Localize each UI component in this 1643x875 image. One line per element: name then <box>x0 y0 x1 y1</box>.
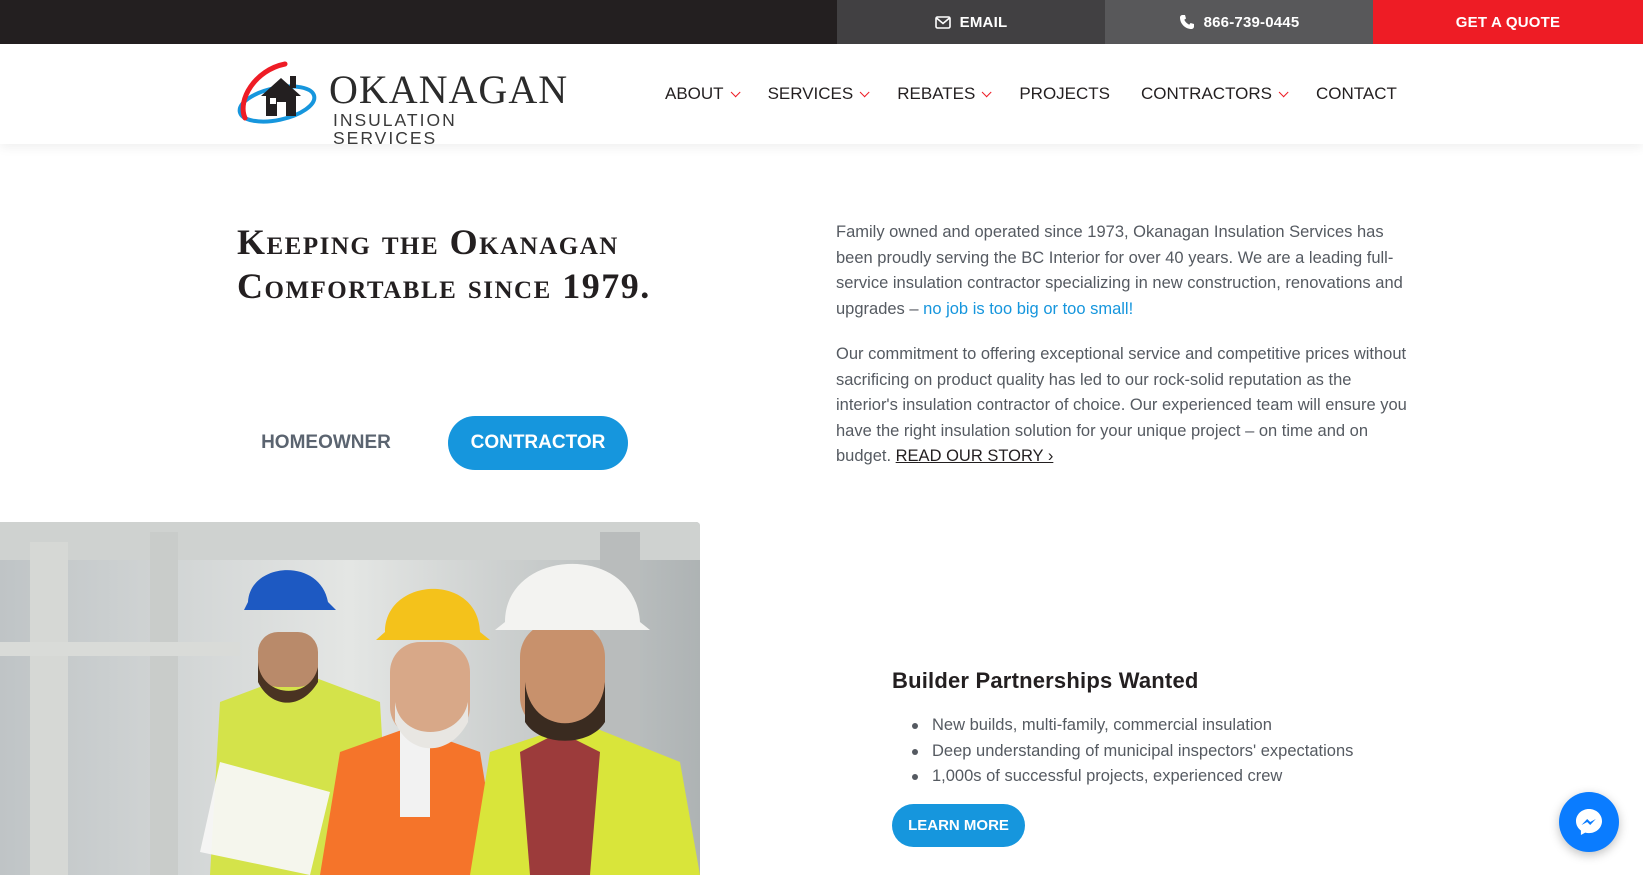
list-item: 1,000s of successful projects, experienc… <box>912 764 1353 790</box>
intro-highlight: no job is too big or too small! <box>923 299 1134 318</box>
chevron-down-icon <box>1278 86 1289 97</box>
nav-item-services[interactable]: SERVICES <box>767 84 870 104</box>
main-nav: ABOUT SERVICES REBATES PROJECTS CONTRACT… <box>665 44 1397 144</box>
nav-label: ABOUT <box>665 84 724 103</box>
nav-item-contractors[interactable]: CONTRACTORS <box>1141 84 1289 104</box>
nav-label: CONTRACTORS <box>1141 84 1272 103</box>
nav-item-about[interactable]: ABOUT <box>665 84 741 104</box>
envelope-icon <box>934 15 951 29</box>
homeowner-toggle[interactable]: HOMEOWNER <box>240 416 412 470</box>
chevron-down-icon <box>859 86 870 97</box>
intro-text: Family owned and operated since 1973, Ok… <box>836 220 1416 490</box>
nav-item-rebates[interactable]: REBATES <box>897 84 992 104</box>
nav-item-contact[interactable]: CONTACT <box>1316 84 1397 104</box>
page-headline: Keeping the Okanagan Comfortable since 1… <box>237 220 697 308</box>
email-label: EMAIL <box>959 13 1008 31</box>
phone-icon <box>1179 15 1194 29</box>
logo[interactable]: OKANAGAN INSULATION SERVICES <box>235 60 569 146</box>
builder-partnerships-title: Builder Partnerships Wanted <box>892 668 1199 693</box>
quote-label: GET A QUOTE <box>1455 13 1561 31</box>
headline-line-1: Keeping the Okanagan <box>237 222 619 262</box>
contractor-toggle[interactable]: CONTRACTOR <box>448 416 628 470</box>
workers-photo <box>0 522 700 875</box>
messenger-chat-button[interactable] <box>1559 792 1619 852</box>
intro-paragraph-1: Family owned and operated since 1973, Ok… <box>836 220 1416 322</box>
chevron-down-icon <box>981 86 992 97</box>
list-item: New builds, multi-family, commercial ins… <box>912 713 1353 739</box>
chevron-down-icon <box>730 86 741 97</box>
site-header: OKANAGAN INSULATION SERVICES ABOUT SERVI… <box>0 44 1643 146</box>
builder-benefits-list: New builds, multi-family, commercial ins… <box>912 713 1353 790</box>
nav-label: CONTACT <box>1316 84 1397 103</box>
top-bar: EMAIL 866-739-0445 GET A QUOTE <box>0 0 1643 44</box>
read-our-story-link[interactable]: READ OUR STORY › <box>896 447 1054 465</box>
logo-title: OKANAGAN <box>329 67 569 112</box>
nav-label: SERVICES <box>767 84 854 103</box>
nav-label: PROJECTS <box>1019 84 1111 103</box>
messenger-icon <box>1576 809 1602 835</box>
nav-label: REBATES <box>897 84 976 103</box>
house-swoosh-logo-icon <box>237 61 317 124</box>
list-item: Deep understanding of municipal inspecto… <box>912 739 1353 765</box>
headline-line-2: Comfortable since 1979. <box>237 266 651 306</box>
workers-photo-illustration <box>0 522 700 875</box>
intro-paragraph-2: Our commitment to offering exceptional s… <box>836 342 1416 470</box>
get-a-quote-button[interactable]: GET A QUOTE <box>1373 0 1643 44</box>
nav-item-projects[interactable]: PROJECTS <box>1019 84 1110 104</box>
logo-subtitle: INSULATION SERVICES <box>333 110 457 148</box>
phone-label: 866-739-0445 <box>1203 13 1300 31</box>
email-button[interactable]: EMAIL <box>837 0 1105 44</box>
phone-button[interactable]: 866-739-0445 <box>1105 0 1373 44</box>
learn-more-button[interactable]: LEARN MORE <box>892 804 1025 847</box>
